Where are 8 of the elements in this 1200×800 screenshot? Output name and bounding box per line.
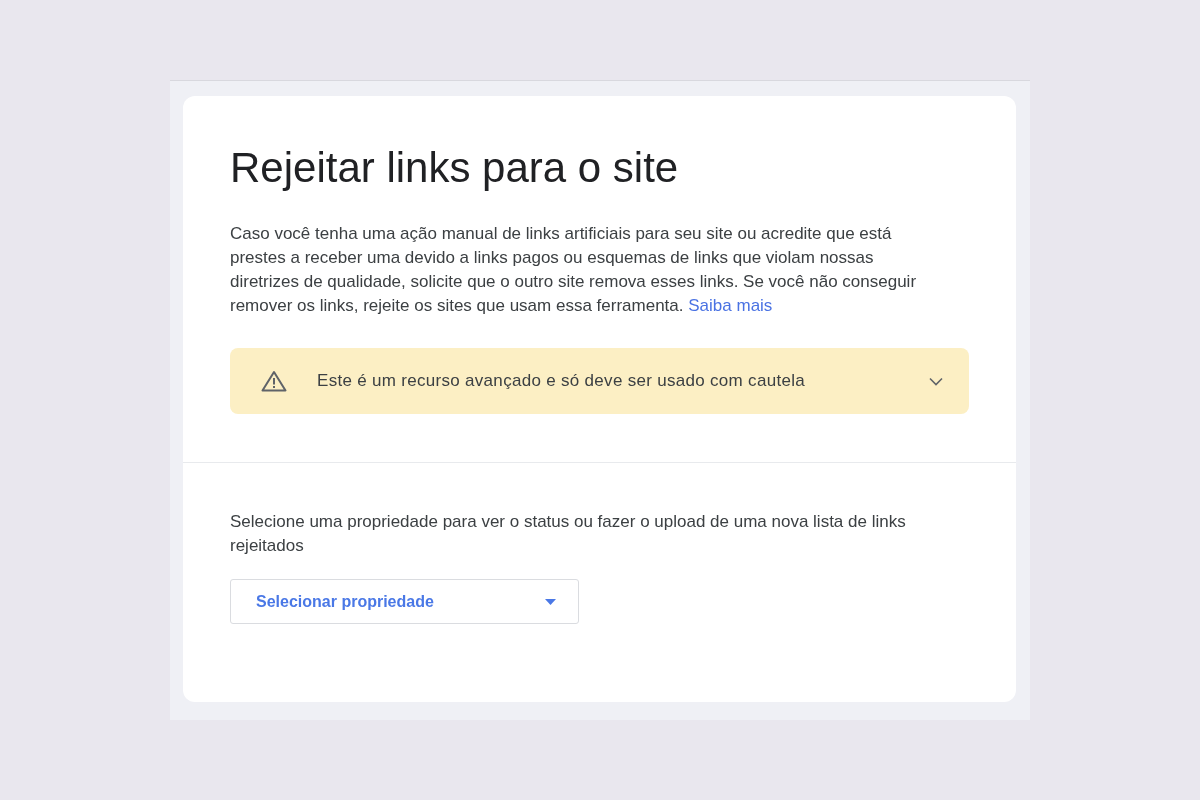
property-dropdown[interactable]: Selecionar propriedade (230, 579, 579, 624)
learn-more-link[interactable]: Saiba mais (688, 296, 773, 315)
intro-paragraph: Caso você tenha uma ação manual de links artificiais para seu site ou acredite que está prestes a receber uma devido a links pagos ou esquemas de links que violam nossas diretrizes de qualidade, solicite que o outro site remova esses links. Se você não conseguir remover os links, rejeite os sites que usam essa ferramenta. Saiba mais (230, 223, 918, 317)
warning-banner[interactable]: Este é um recurso avançado e só deve ser usado com cautela (230, 348, 969, 414)
page-title: Rejeitar links para o site (230, 144, 680, 192)
property-prompt: Selecione uma propriedade para ver o status ou fazer o upload de uma nova lista de links rejeitados (230, 511, 907, 557)
warning-icon (261, 370, 287, 392)
dropdown-caret-icon (545, 598, 556, 605)
